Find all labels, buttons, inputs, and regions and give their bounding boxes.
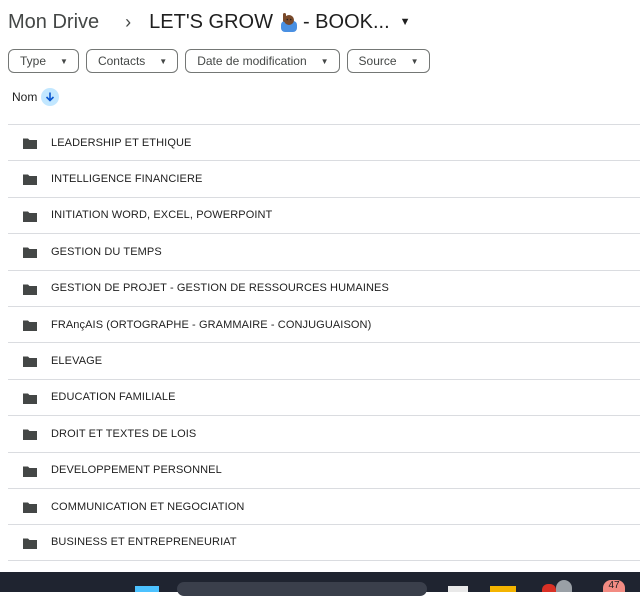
folder-icon — [22, 392, 38, 410]
folder-name: LEADERSHIP ET ETHIQUE — [51, 136, 192, 149]
filter-bar: Type ▼ Contacts ▼ Date de modification ▼… — [8, 49, 430, 73]
taskbar-app-icon[interactable] — [448, 586, 468, 592]
folder-row[interactable]: LEADERSHIP ET ETHIQUE — [8, 124, 640, 160]
column-header-label: Nom — [12, 90, 38, 104]
person-raising-hand-icon — [279, 12, 299, 32]
caret-down-icon: ▼ — [410, 56, 419, 66]
file-explorer-icon[interactable] — [490, 586, 516, 592]
windows-start-icon[interactable] — [135, 586, 159, 592]
column-header-name[interactable]: Nom — [12, 88, 60, 106]
folder-row[interactable]: GESTION DE PROJET - GESTION DE RESSOURCE… — [8, 269, 640, 306]
folder-name: GESTION DE PROJET - GESTION DE RESSOURCE… — [51, 282, 389, 295]
breadcrumb: Mon Drive › LET'S GROW - BOOK... ▼ — [8, 8, 411, 36]
filter-type[interactable]: Type ▼ — [8, 49, 79, 73]
folder-icon — [22, 465, 38, 483]
folder-row[interactable]: FRAnçAIS (ORTOGRAPHE - GRAMMAIRE - CONJU… — [8, 305, 640, 342]
folder-name: GESTION DU TEMPS — [51, 245, 162, 258]
folder-row[interactable]: INITIATION WORD, EXCEL, POWERPOINT — [8, 196, 640, 233]
taskbar: 47 — [0, 572, 640, 596]
folder-name: DEVELOPPEMENT PERSONNEL — [51, 464, 222, 477]
folder-row[interactable]: DEVELOPPEMENT PERSONNEL — [8, 451, 640, 488]
folder-row[interactable]: INTELLIGENCE FINANCIERE — [8, 160, 640, 196]
taskbar-app-icon[interactable] — [542, 584, 556, 592]
folder-name: DROIT ET TEXTES DE LOIS — [51, 427, 197, 440]
filter-date-modification[interactable]: Date de modification ▼ — [185, 49, 340, 73]
folder-name: INITIATION WORD, EXCEL, POWERPOINT — [51, 209, 273, 222]
folder-row[interactable]: EDUCATION FAMILIALE — [8, 378, 640, 415]
folder-name: INTELLIGENCE FINANCIERE — [51, 173, 203, 186]
caret-down-icon: ▼ — [159, 56, 168, 66]
folder-list: LEADERSHIP ET ETHIQUE INTELLIGENCE FINANC… — [0, 124, 640, 561]
taskbar-search[interactable] — [177, 582, 427, 596]
caret-down-icon: ▼ — [60, 56, 68, 66]
breadcrumb-root[interactable]: Mon Drive — [8, 11, 99, 34]
breadcrumb-current-suffix: - BOOK... — [302, 10, 390, 33]
folder-icon — [22, 137, 38, 155]
folder-icon — [22, 246, 38, 264]
notification-badge[interactable]: 47 — [603, 580, 625, 592]
folder-icon — [22, 283, 38, 301]
folder-row[interactable]: GESTION DU TEMPS — [8, 233, 640, 269]
folder-name: COMMUNICATION ET NEGOCIATION — [51, 500, 245, 513]
filter-contacts-label: Contacts — [97, 54, 146, 68]
folder-icon — [22, 428, 38, 446]
caret-down-icon: ▼ — [320, 56, 329, 66]
folder-row[interactable]: DROIT ET TEXTES DE LOIS — [8, 415, 640, 451]
breadcrumb-separator: › — [125, 11, 132, 32]
folder-icon — [22, 173, 38, 191]
folder-row[interactable]: COMMUNICATION ET NEGOCIATION — [8, 487, 640, 524]
folder-name: FRAnçAIS (ORTOGRAPHE - GRAMMAIRE - CONJU… — [51, 318, 372, 331]
filter-source[interactable]: Source ▼ — [346, 49, 430, 73]
folder-icon — [22, 210, 38, 228]
breadcrumb-current-label: LET'S GROW — [149, 10, 273, 33]
folder-name: EDUCATION FAMILIALE — [51, 391, 176, 404]
filter-date-label: Date de modification — [197, 54, 307, 68]
arrow-down-icon[interactable] — [41, 88, 60, 106]
folder-icon — [22, 537, 38, 555]
filter-source-label: Source — [358, 54, 397, 68]
profile-icon[interactable] — [556, 580, 572, 592]
folder-icon — [22, 501, 38, 519]
folder-row[interactable]: ELEVAGE — [8, 342, 640, 378]
filter-contacts[interactable]: Contacts ▼ — [85, 49, 179, 73]
filter-type-label: Type — [20, 54, 47, 68]
caret-down-icon[interactable]: ▼ — [400, 16, 411, 28]
folder-icon — [22, 355, 38, 373]
folder-name: ELEVAGE — [51, 355, 103, 368]
folder-icon — [22, 319, 38, 337]
folder-row[interactable]: BUSINESS ET ENTREPRENEURIAT — [8, 524, 640, 561]
folder-name: BUSINESS ET ENTREPRENEURIAT — [51, 536, 237, 549]
breadcrumb-current[interactable]: LET'S GROW - BOOK... ▼ — [149, 11, 410, 34]
